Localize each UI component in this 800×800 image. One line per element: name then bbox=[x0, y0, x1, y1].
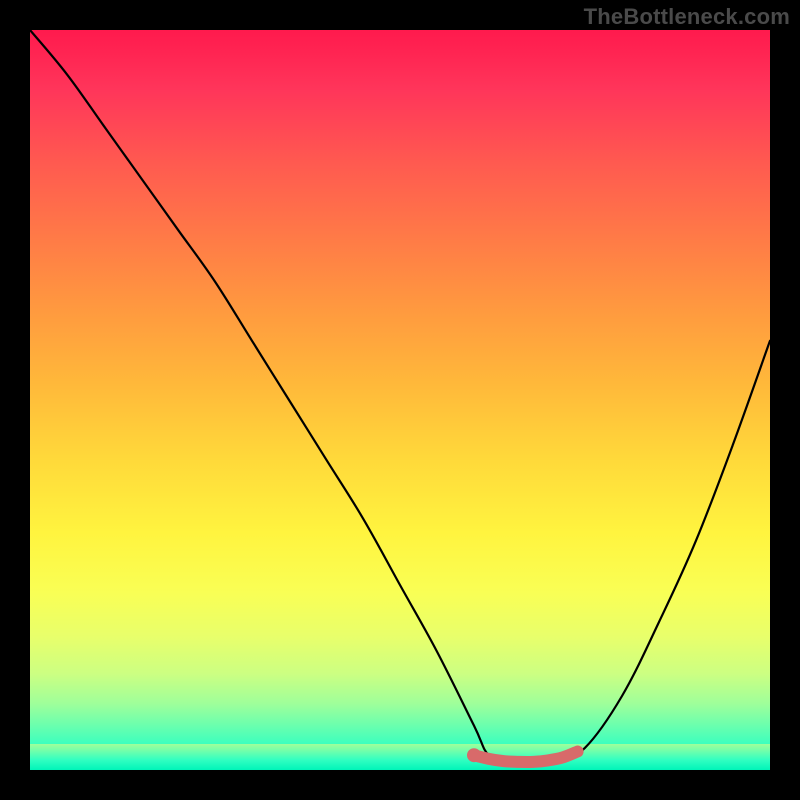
chart-svg bbox=[30, 30, 770, 770]
optimal-range-start-dot bbox=[467, 748, 481, 762]
watermark-text: TheBottleneck.com bbox=[584, 4, 790, 30]
bottleneck-curve bbox=[30, 30, 770, 764]
chart-frame: TheBottleneck.com bbox=[0, 0, 800, 800]
plot-area bbox=[30, 30, 770, 770]
optimal-range-marker bbox=[474, 752, 578, 763]
